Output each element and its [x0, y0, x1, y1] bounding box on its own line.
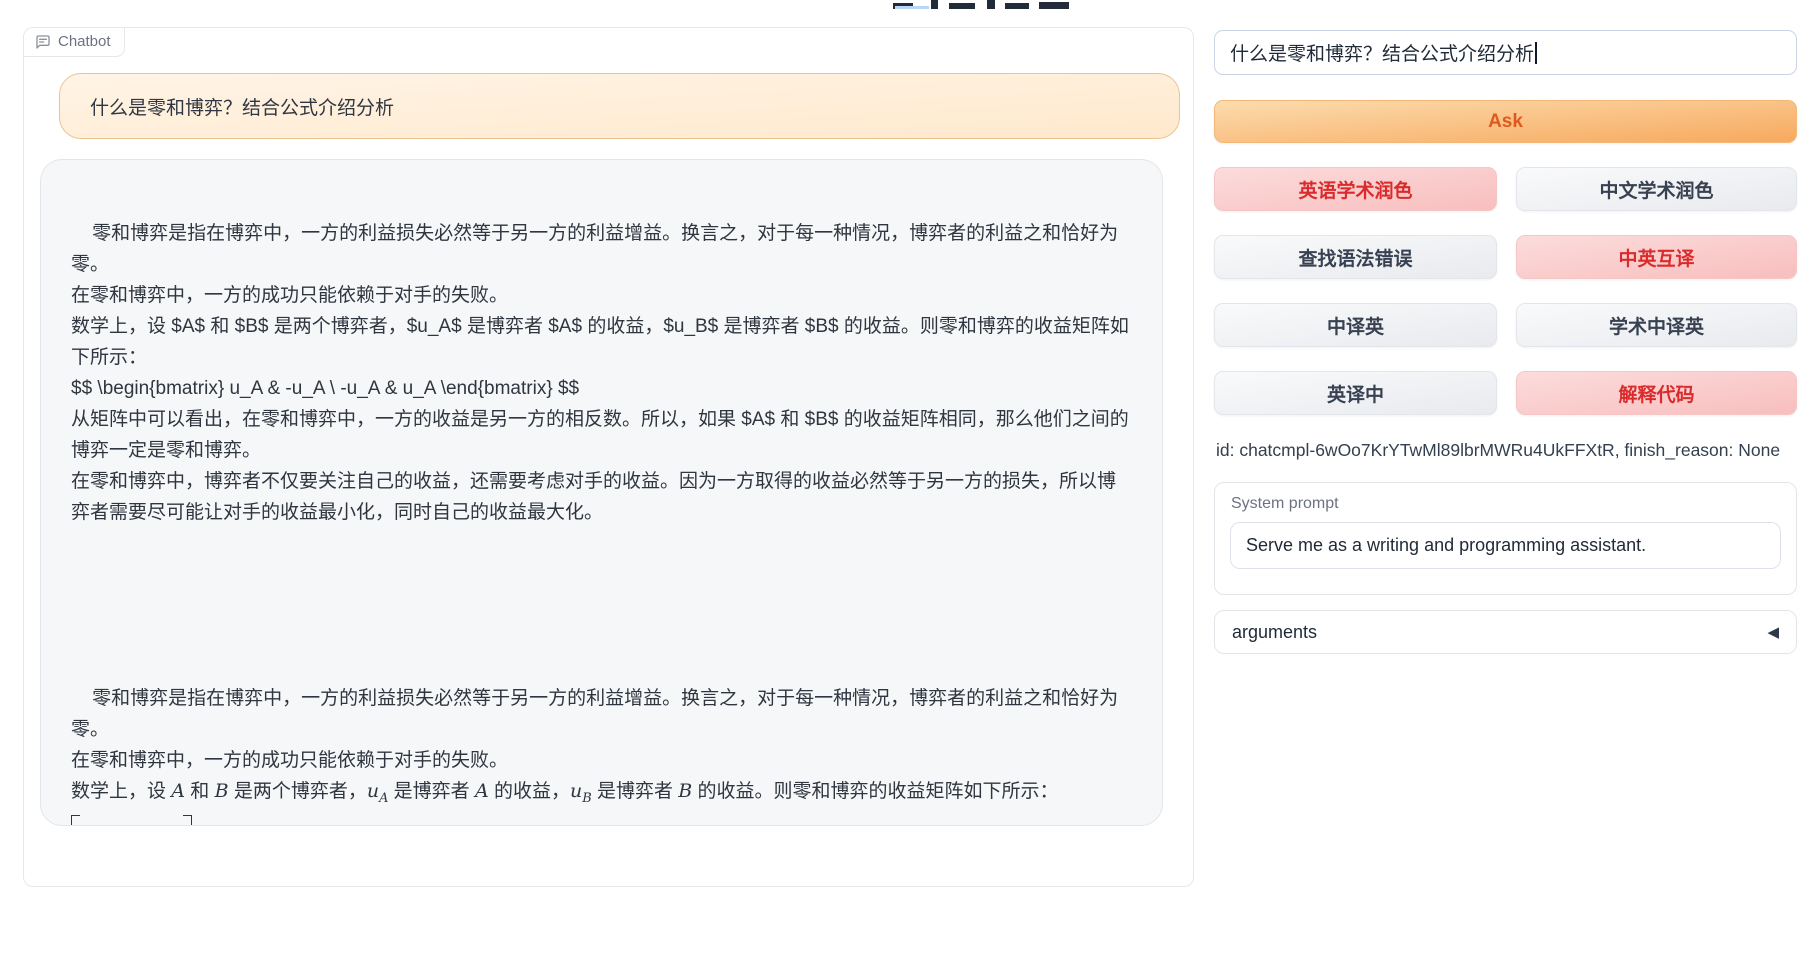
user-message-bubble: 什么是零和博弈？结合公式介绍分析 [59, 73, 1180, 139]
response-status-line: id: chatcmpl-6wOo7KrYTwMl89lbrMWRu4UkFFX… [1216, 440, 1797, 461]
button-en-to-zh[interactable]: 英译中 [1214, 371, 1497, 415]
button-explain-code[interactable]: 解释代码 [1516, 371, 1797, 415]
button-chinese-academic-polish[interactable]: 中文学术润色 [1516, 167, 1797, 211]
button-english-academic-polish[interactable]: 英语学术润色 [1214, 167, 1497, 211]
button-academic-zh-to-en[interactable]: 学术中译英 [1516, 303, 1797, 347]
arguments-accordion[interactable]: arguments ◀ [1214, 610, 1797, 654]
button-label: 英译中 [1327, 380, 1384, 407]
button-label: 英语学术润色 [1298, 176, 1412, 203]
chatbot-panel-label-text: Chatbot [58, 33, 111, 50]
system-prompt-label: System prompt [1215, 483, 1796, 513]
ask-button-label: Ask [1488, 111, 1523, 133]
question-input[interactable]: 什么是零和博弈？结合公式介绍分析 [1214, 30, 1797, 75]
system-prompt-value: Serve me as a writing and programming as… [1246, 535, 1646, 556]
user-message-text: 什么是零和博弈？结合公式介绍分析 [90, 93, 394, 120]
quick-action-grid: 英语学术润色 中文学术润色 查找语法错误 中英互译 中译英 学术中译英 英译中 … [1214, 167, 1797, 415]
chat-bubble-icon [35, 34, 51, 50]
bot-message-raw-text: 零和博弈是指在博弈中，一方的利益损失必然等于另一方的利益增益。换言之，对于每一种… [71, 223, 1129, 523]
bot-message-bubble: 零和博弈是指在博弈中，一方的利益损失必然等于另一方的利益增益。换言之，对于每一种… [40, 159, 1163, 826]
bot-message-rendered-text: 零和博弈是指在博弈中，一方的利益损失必然等于另一方的利益增益。换言之，对于每一种… [71, 688, 1127, 826]
system-prompt-input[interactable]: Serve me as a writing and programming as… [1230, 522, 1781, 569]
button-label: 中英互译 [1618, 244, 1694, 271]
clipped-page-title [893, 0, 1093, 9]
text-caret [1535, 42, 1537, 64]
accordion-collapsed-arrow-icon: ◀ [1767, 623, 1779, 641]
button-label: 解释代码 [1618, 380, 1694, 407]
button-label: 查找语法错误 [1298, 244, 1412, 271]
paragraph-gap [71, 559, 1132, 652]
button-zh-to-en[interactable]: 中译英 [1214, 303, 1497, 347]
chatbot-panel: Chatbot 什么是零和博弈？结合公式介绍分析 零和博弈是指在博弈中，一方的利… [23, 27, 1194, 887]
button-label: 中译英 [1327, 312, 1384, 339]
question-input-value: 什么是零和博弈？结合公式介绍分析 [1230, 39, 1534, 66]
arguments-accordion-label: arguments [1232, 622, 1317, 643]
button-find-grammar-errors[interactable]: 查找语法错误 [1214, 235, 1497, 279]
button-zh-en-mutual-translate[interactable]: 中英互译 [1516, 235, 1797, 279]
button-label: 学术中译英 [1609, 312, 1704, 339]
chatbot-panel-label: Chatbot [24, 28, 125, 57]
ask-button[interactable]: Ask [1214, 100, 1797, 143]
button-label: 中文学术润色 [1599, 176, 1713, 203]
system-prompt-group: System prompt Serve me as a writing and … [1214, 482, 1797, 595]
